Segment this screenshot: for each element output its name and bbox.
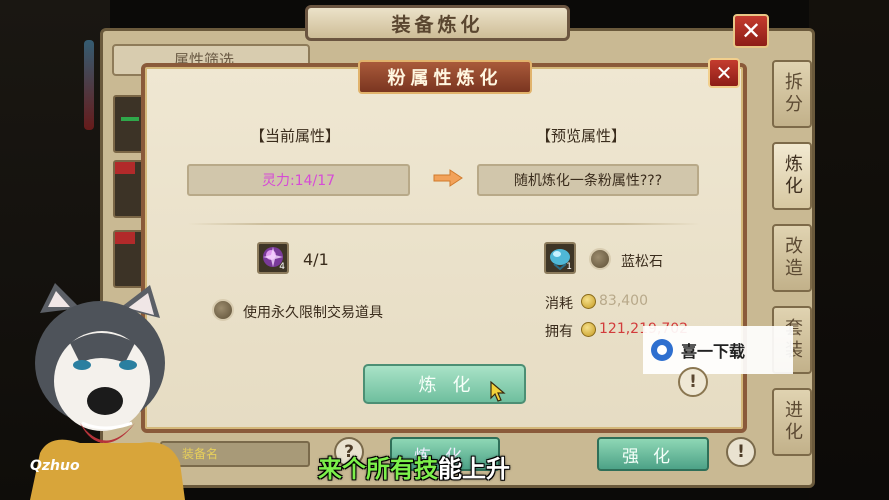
background-right [809,0,889,500]
outer-info-button[interactable]: ! [726,437,756,467]
dialog-close-button[interactable]: ✕ [708,58,740,88]
owned-label: 拥有 [545,324,573,340]
item-count: 1 [566,262,572,272]
outer-window-title: 装备炼化 [305,5,570,41]
watermark-logo-icon [651,339,673,361]
cost-label: 消耗 [545,296,573,312]
coin-icon [581,322,596,337]
item-count: 4 [279,262,285,272]
turquoise-radio[interactable] [589,248,611,270]
slot-indicator [121,117,139,121]
turquoise-item[interactable]: 1 [544,242,576,274]
outer-close-button[interactable]: ✕ [733,14,769,48]
slot-ribbon [115,162,135,174]
video-subtitle: 来个所有技能上升 [318,449,510,484]
watermark: 喜一下载 [643,326,793,374]
arrow-right-icon [433,169,463,187]
use-permanent-radio[interactable] [212,299,234,321]
pointer-cursor-icon [490,380,506,402]
current-attribute-header: 【当前属性】 [250,127,341,145]
watermark-text: 喜一下载 [681,342,746,361]
use-permanent-label: 使用永久限制交易道具 [243,305,383,321]
cost-value: 83,400 [599,293,648,309]
turquoise-label: 蓝松石 [621,254,663,270]
strengthen-button[interactable]: 强化 [597,437,709,471]
warning-info-button[interactable]: ! [678,367,708,397]
current-attribute-value: 灵力:14/17 [187,164,410,196]
hanging-charm-decoration [84,40,94,130]
coin-icon [581,294,596,309]
tab-refine[interactable]: 炼化 [772,142,812,210]
tab-modify[interactable]: 改造 [772,224,812,292]
avatar-caption: Qzhuo [30,458,80,474]
tab-evolve[interactable]: 进化 [772,388,812,456]
slot-ribbon [115,232,135,244]
subtitle-green-part: 来个所有技 [318,455,438,483]
subtitle-white-part: 能上升 [438,455,510,483]
preview-attribute-value: 随机炼化一条粉属性??? [477,164,699,196]
dialog-title: 粉属性炼化 [358,60,532,94]
pink-crystal-item[interactable]: 4 [257,242,289,274]
preview-attribute-header: 【预览属性】 [536,127,627,145]
tab-split[interactable]: 拆分 [772,60,812,128]
material-count: 4/1 [303,250,329,269]
section-divider [188,223,700,225]
